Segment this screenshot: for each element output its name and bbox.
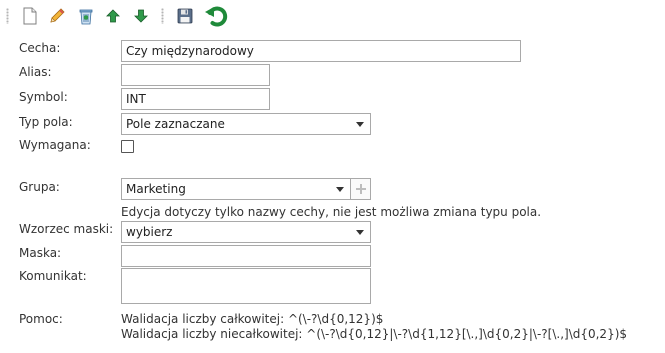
chevron-down-icon [336, 186, 344, 192]
wymagana-checkbox[interactable] [121, 140, 134, 153]
cecha-label: Cecha: [19, 41, 61, 55]
move-down-button[interactable] [131, 6, 151, 26]
move-down-icon [134, 9, 148, 23]
recycle-bin-icon [79, 9, 93, 25]
grupa-value: Marketing [126, 182, 186, 196]
pomoc-label: Pomoc: [19, 312, 63, 326]
delete-button[interactable] [76, 6, 96, 26]
save-icon [177, 8, 193, 24]
maska-label: Maska: [19, 246, 62, 260]
cecha-input[interactable]: Czy międzynarodowy [121, 40, 521, 62]
cecha-value: Czy międzynarodowy [126, 44, 254, 58]
wzorzec-value: wybierz [126, 225, 173, 239]
wymagana-label: Wymagana: [19, 138, 91, 152]
typ-pola-value: Pole zaznaczane [126, 117, 225, 131]
refresh-icon [205, 6, 228, 27]
toolbar-grip [161, 8, 164, 24]
symbol-label: Symbol: [19, 90, 68, 104]
chevron-down-icon [356, 229, 364, 235]
save-button[interactable] [175, 6, 195, 26]
refresh-button[interactable] [204, 4, 228, 28]
edit-button[interactable] [47, 6, 67, 26]
komunikat-label: Komunikat: [19, 269, 87, 283]
chevron-down-icon [356, 121, 364, 127]
maska-input[interactable] [121, 245, 371, 267]
typ-pola-select[interactable]: Pole zaznaczane [121, 113, 371, 135]
alias-input[interactable] [121, 64, 270, 86]
wzorzec-label: Wzorzec maski: [19, 222, 114, 236]
pomoc-line-2: Walidacja liczby niecałkowitej: ^(\-?\d{… [121, 327, 628, 341]
plus-icon [355, 184, 366, 194]
grupa-select[interactable]: Marketing [121, 178, 351, 200]
symbol-value: INT [126, 92, 146, 106]
edit-pencil-icon [50, 8, 65, 23]
new-document-icon [23, 7, 37, 25]
add-group-button[interactable] [351, 178, 371, 200]
grupa-hint: Edycja dotyczy tylko nazwy cechy, nie je… [121, 205, 542, 219]
typ-pola-label: Typ pola: [19, 115, 73, 129]
new-document-button[interactable] [20, 6, 40, 26]
move-up-icon [106, 9, 120, 23]
pomoc-line-1: Walidacja liczby całkowitej: ^(\-?\d{0,1… [121, 312, 384, 326]
toolbar-grip [6, 8, 9, 24]
wzorzec-select[interactable]: wybierz [121, 221, 371, 243]
komunikat-textarea[interactable] [121, 268, 371, 304]
grupa-label: Grupa: [19, 180, 60, 194]
move-up-button[interactable] [103, 6, 123, 26]
toolbar [0, 0, 665, 34]
alias-label: Alias: [19, 65, 52, 79]
symbol-input[interactable]: INT [121, 88, 270, 110]
